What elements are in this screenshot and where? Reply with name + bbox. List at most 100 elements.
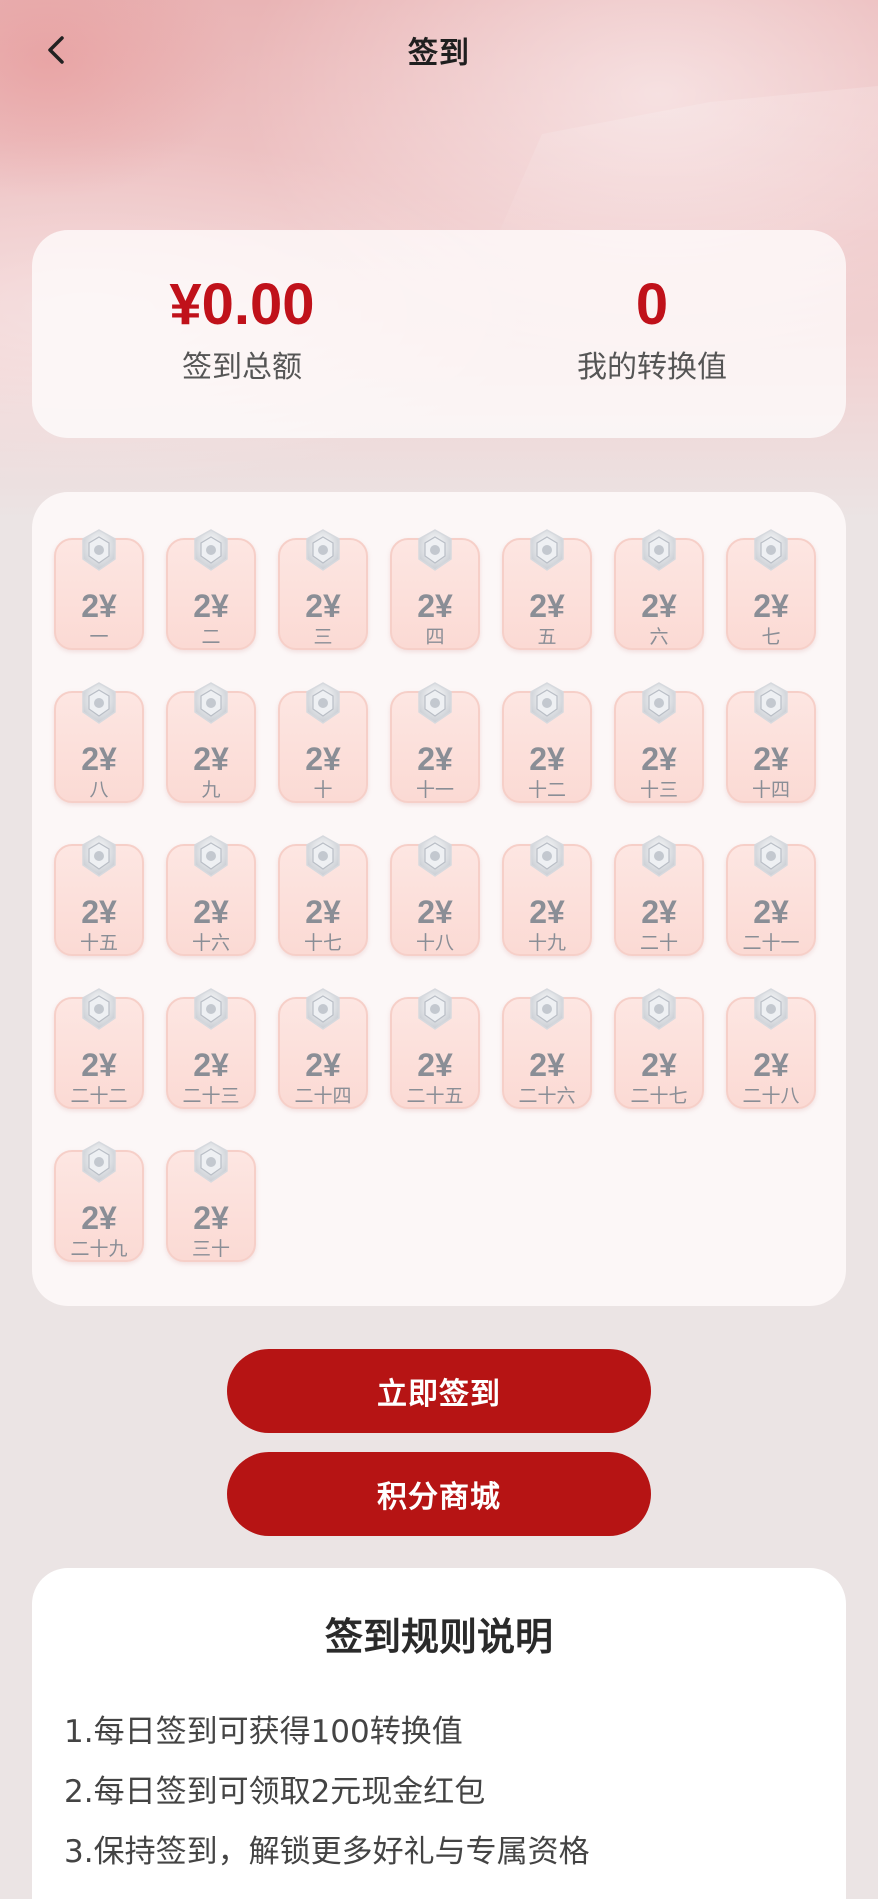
day-amount: 2¥ xyxy=(81,1047,117,1083)
day-amount: 2¥ xyxy=(193,1200,229,1236)
day-cell[interactable]: 2¥ 二十九 xyxy=(54,1140,144,1293)
day-cell[interactable]: 2¥ 十二 xyxy=(502,681,592,834)
medal-icon xyxy=(413,681,457,725)
medal-icon xyxy=(189,987,233,1031)
medal-icon xyxy=(77,1140,121,1184)
day-amount: 2¥ xyxy=(753,588,789,624)
medal-icon xyxy=(525,987,569,1031)
day-label: 二十五 xyxy=(406,1085,464,1107)
medal-icon xyxy=(749,528,793,572)
day-cell[interactable]: 2¥ 十四 xyxy=(726,681,816,834)
day-cell[interactable]: 2¥ 十三 xyxy=(614,681,704,834)
day-cell[interactable]: 2¥ 四 xyxy=(390,528,480,681)
day-label: 十五 xyxy=(79,932,118,954)
day-label: 二十三 xyxy=(182,1085,240,1107)
day-label: 二十二 xyxy=(70,1085,128,1107)
total-amount-value: ¥0.00 xyxy=(169,272,315,337)
day-cell[interactable]: 2¥ 三十 xyxy=(166,1140,256,1293)
medal-icon xyxy=(301,528,345,572)
day-cell[interactable]: 2¥ 十 xyxy=(278,681,368,834)
day-label: 二十 xyxy=(639,932,678,954)
day-cell[interactable]: 2¥ 十六 xyxy=(166,834,256,987)
day-cell[interactable]: 2¥ 二十二 xyxy=(54,987,144,1140)
day-cell[interactable]: 2¥ 九 xyxy=(166,681,256,834)
day-label: 七 xyxy=(761,626,781,648)
medal-icon xyxy=(637,987,681,1031)
day-cell[interactable]: 2¥ 二十四 xyxy=(278,987,368,1140)
day-label: 十七 xyxy=(303,932,342,954)
medal-icon xyxy=(749,834,793,878)
day-amount: 2¥ xyxy=(529,894,565,930)
day-amount: 2¥ xyxy=(529,588,565,624)
day-cell[interactable]: 2¥ 二十七 xyxy=(614,987,704,1140)
day-amount: 2¥ xyxy=(193,894,229,930)
medal-icon xyxy=(189,1140,233,1184)
day-amount: 2¥ xyxy=(753,741,789,777)
sign-in-button[interactable]: 立即签到 xyxy=(227,1349,651,1433)
day-cell[interactable]: 2¥ 二十 xyxy=(614,834,704,987)
day-label: 四 xyxy=(425,626,445,648)
medal-icon xyxy=(77,987,121,1031)
day-amount: 2¥ xyxy=(641,1047,677,1083)
total-amount-label: 签到总额 xyxy=(182,350,302,385)
day-cell[interactable]: 2¥ 十五 xyxy=(54,834,144,987)
day-label: 十四 xyxy=(751,779,790,801)
day-amount: 2¥ xyxy=(641,741,677,777)
day-cell[interactable]: 2¥ 二十一 xyxy=(726,834,816,987)
day-amount: 2¥ xyxy=(753,894,789,930)
day-cell[interactable]: 2¥ 三 xyxy=(278,528,368,681)
medal-icon xyxy=(637,528,681,572)
day-label: 二十九 xyxy=(70,1238,128,1260)
day-label: 十一 xyxy=(415,779,454,801)
medal-icon xyxy=(637,681,681,725)
day-amount: 2¥ xyxy=(417,588,453,624)
day-label: 十八 xyxy=(415,932,454,954)
day-amount: 2¥ xyxy=(753,1047,789,1083)
day-cell[interactable]: 2¥ 二十八 xyxy=(726,987,816,1140)
day-amount: 2¥ xyxy=(417,894,453,930)
day-amount: 2¥ xyxy=(305,741,341,777)
day-cell[interactable]: 2¥ 七 xyxy=(726,528,816,681)
medal-icon xyxy=(189,528,233,572)
day-label: 一 xyxy=(89,626,109,648)
day-amount: 2¥ xyxy=(193,1047,229,1083)
day-cell[interactable]: 2¥ 五 xyxy=(502,528,592,681)
day-amount: 2¥ xyxy=(81,894,117,930)
medal-icon xyxy=(525,681,569,725)
day-label: 二十一 xyxy=(742,932,800,954)
day-amount: 2¥ xyxy=(305,894,341,930)
medal-icon xyxy=(77,681,121,725)
day-amount: 2¥ xyxy=(417,741,453,777)
day-label: 十 xyxy=(313,779,333,801)
day-cell[interactable]: 2¥ 六 xyxy=(614,528,704,681)
day-cell[interactable]: 2¥ 十九 xyxy=(502,834,592,987)
total-amount-stat: ¥0.00 签到总额 xyxy=(62,274,422,386)
points-mall-button[interactable]: 积分商城 xyxy=(227,1452,651,1536)
day-amount: 2¥ xyxy=(305,588,341,624)
day-amount: 2¥ xyxy=(417,1047,453,1083)
day-label: 八 xyxy=(89,779,109,801)
rules-title: 签到规则说明 xyxy=(324,1615,553,1659)
rule-item: 1.每日签到可获得100转换值 xyxy=(64,1714,463,1750)
rules-list: 1.每日签到可获得100转换值 2.每日签到可领取2元现金红包 3.保持签到，解… xyxy=(64,1702,590,1882)
summary-card: ¥0.00 签到总额 0 我的转换值 xyxy=(32,230,846,438)
medal-icon xyxy=(749,681,793,725)
day-label: 十六 xyxy=(191,932,230,954)
day-cell[interactable]: 2¥ 八 xyxy=(54,681,144,834)
day-cell[interactable]: 2¥ 一 xyxy=(54,528,144,681)
day-cell[interactable]: 2¥ 十八 xyxy=(390,834,480,987)
day-cell[interactable]: 2¥ 二十五 xyxy=(390,987,480,1140)
day-cell[interactable]: 2¥ 十一 xyxy=(390,681,480,834)
medal-icon xyxy=(189,834,233,878)
day-cell[interactable]: 2¥ 二十三 xyxy=(166,987,256,1140)
checkin-calendar: 2¥ 一 2¥ 二 2¥ 三 2¥ 四 2¥ 五 2¥ 六 2¥ 七 2¥ 八 2¥ 九 2¥ 十 2¥ 十一 2¥ 十二 2¥… xyxy=(32,492,846,1306)
medal-icon xyxy=(525,834,569,878)
medal-icon xyxy=(301,681,345,725)
day-amount: 2¥ xyxy=(305,1047,341,1083)
rules-card: 签到规则说明 1.每日签到可获得100转换值 2.每日签到可领取2元现金红包 3… xyxy=(32,1568,846,1899)
day-cell[interactable]: 2¥ 十七 xyxy=(278,834,368,987)
day-cell[interactable]: 2¥ 二 xyxy=(166,528,256,681)
day-cell[interactable]: 2¥ 二十六 xyxy=(502,987,592,1140)
day-label: 二十四 xyxy=(294,1085,352,1107)
medal-icon xyxy=(77,834,121,878)
